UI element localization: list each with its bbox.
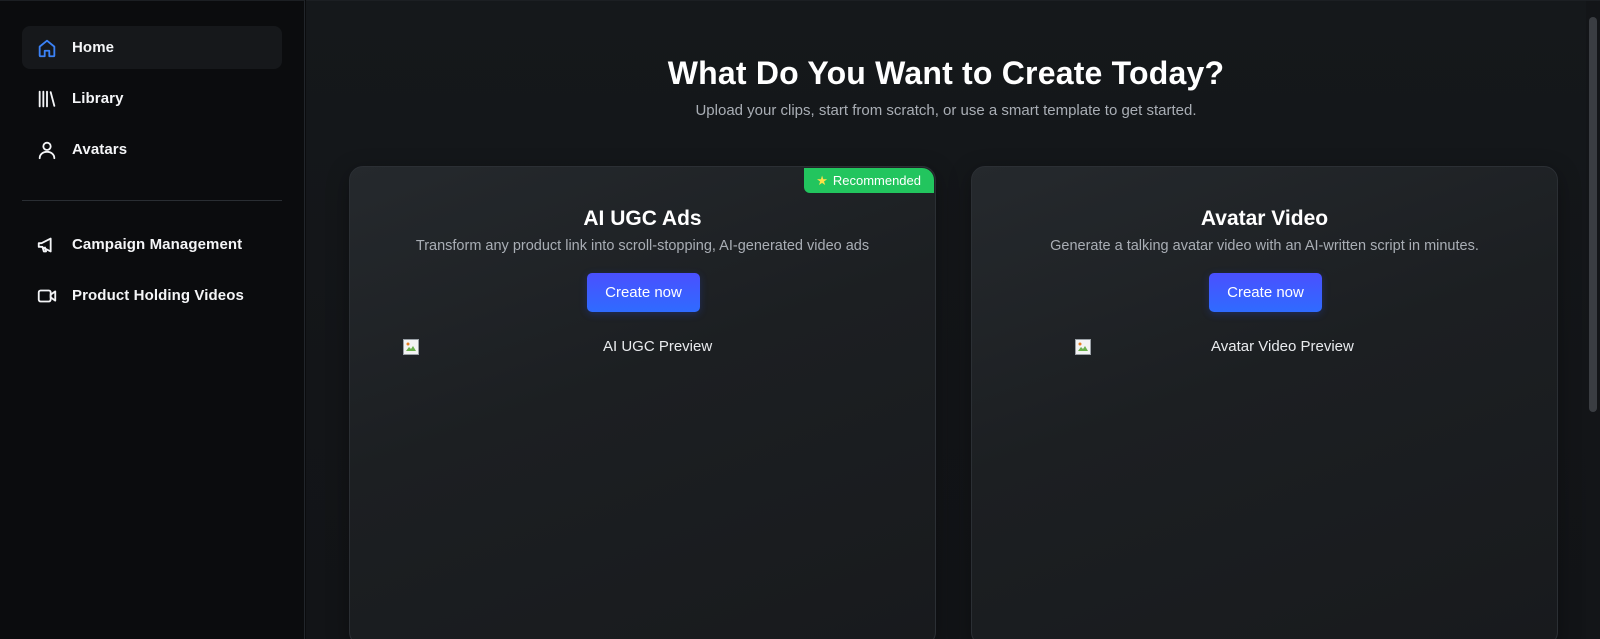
sidebar-item-library[interactable]: Library: [22, 77, 282, 120]
preview-image: Avatar Video Preview: [1075, 338, 1354, 355]
broken-image-icon: [403, 338, 419, 355]
home-icon: [36, 37, 58, 59]
main-content: What Do You Want to Create Today? Upload…: [306, 0, 1600, 639]
sidebar-item-label: Product Holding Videos: [72, 287, 244, 304]
card-description: Generate a talking avatar video with an …: [1050, 238, 1479, 254]
star-icon: ★: [816, 172, 828, 188]
sidebar-item-campaign-management[interactable]: Campaign Management: [22, 223, 282, 266]
card-avatar-video: Avatar Video Generate a talking avatar v…: [971, 166, 1558, 639]
sidebar-item-home[interactable]: Home: [22, 26, 282, 69]
sidebar: Home Library Avatars Campaign Management…: [0, 0, 305, 639]
recommended-badge: ★ Recommended: [804, 168, 934, 193]
megaphone-icon: [36, 234, 58, 256]
sidebar-item-label: Campaign Management: [72, 236, 243, 253]
scrollbar-thumb[interactable]: [1589, 17, 1597, 412]
sidebar-item-label: Avatars: [72, 141, 128, 158]
user-icon: [36, 139, 58, 161]
card-ai-ugc-ads: ★ Recommended AI UGC Ads Transform any p…: [349, 166, 936, 639]
sidebar-divider: [22, 200, 282, 201]
preview-image: AI UGC Preview: [403, 338, 712, 355]
create-now-button[interactable]: Create now: [1209, 273, 1322, 312]
preview-alt-text: Avatar Video Preview: [1211, 338, 1354, 355]
library-icon: [36, 88, 58, 110]
scrollbar[interactable]: [1586, 1, 1600, 639]
card-title: AI UGC Ads: [583, 207, 702, 230]
video-camera-icon: [36, 285, 58, 307]
broken-image-icon: [1075, 338, 1091, 355]
page-subtitle: Upload your clips, start from scratch, o…: [695, 102, 1197, 119]
create-now-button[interactable]: Create now: [587, 273, 700, 312]
card-description: Transform any product link into scroll-s…: [415, 238, 870, 254]
sidebar-item-label: Home: [72, 39, 115, 56]
sidebar-item-product-holding-videos[interactable]: Product Holding Videos: [22, 274, 282, 317]
badge-label: Recommended: [832, 173, 921, 188]
sidebar-item-label: Library: [72, 90, 124, 107]
sidebar-item-avatars[interactable]: Avatars: [22, 128, 282, 171]
card-title: Avatar Video: [1200, 207, 1329, 230]
page-title: What Do You Want to Create Today?: [667, 55, 1225, 91]
preview-alt-text: AI UGC Preview: [603, 338, 713, 355]
app-root: Home Library Avatars Campaign Management…: [0, 0, 1600, 639]
